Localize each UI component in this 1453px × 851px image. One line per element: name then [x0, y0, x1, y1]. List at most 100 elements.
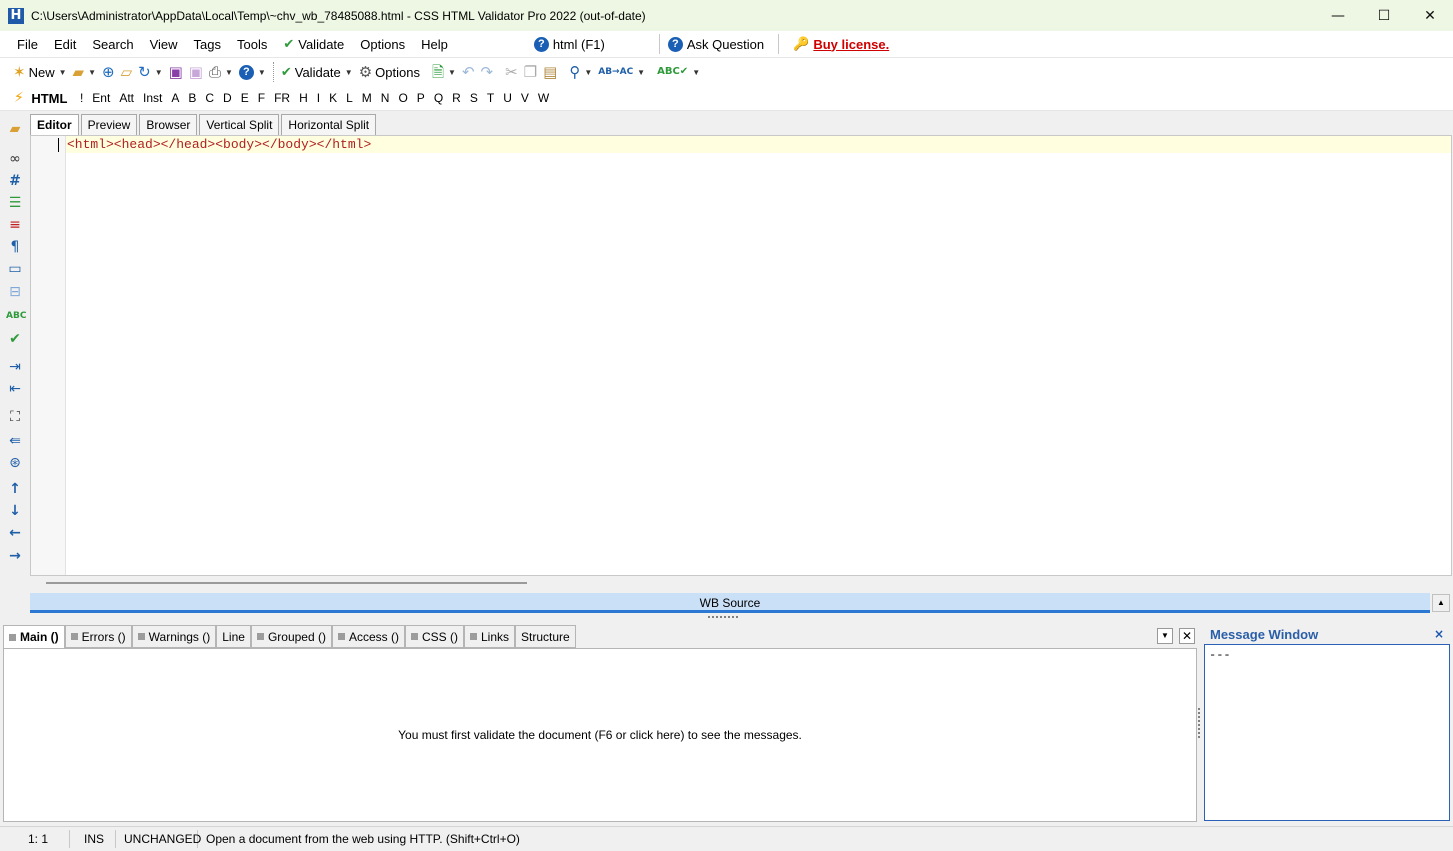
print-button[interactable]: ⎙ ▼ [206, 60, 236, 84]
tag-item[interactable]: Q [429, 91, 447, 105]
code-editor[interactable]: <html><head></head><body></body></html> [30, 135, 1452, 576]
tag-item[interactable]: N [376, 91, 394, 105]
minimize-button[interactable]: — [1315, 0, 1361, 31]
tag-item[interactable]: M [357, 91, 376, 105]
open-button[interactable]: ▰ ▼ [70, 60, 99, 84]
tag-item[interactable]: I [312, 91, 324, 105]
fullscreen-icon[interactable]: ⛶ [6, 408, 24, 426]
tag-item[interactable]: A [167, 91, 184, 105]
menu-view[interactable]: View [142, 31, 186, 58]
horizontal-splitter[interactable] [708, 616, 738, 620]
close-button[interactable]: ✕ [1407, 0, 1453, 31]
tag-item[interactable]: W [533, 91, 553, 105]
menu-search[interactable]: Search [84, 31, 141, 58]
options-button[interactable]: ⚙ Options [356, 60, 423, 84]
replace-button[interactable]: AB→AC ▼ [595, 60, 648, 84]
tab-warnings[interactable]: Warnings () [131, 625, 217, 648]
paste-button[interactable]: ▤ [540, 60, 560, 84]
tag-item[interactable]: E [236, 91, 253, 105]
ask-question-button[interactable]: ? Ask Question [666, 31, 772, 58]
find-button[interactable]: ⚲ ▼ [566, 60, 595, 84]
maximize-button[interactable]: ☐ [1361, 0, 1407, 31]
help-dropdown-button[interactable]: ? ▼ [236, 60, 269, 84]
tag-item[interactable]: U [499, 91, 517, 105]
tag-item[interactable]: L [342, 91, 358, 105]
open-recent-button[interactable]: ▱ [118, 60, 136, 84]
checkmark-icon[interactable]: ✔ [6, 330, 24, 348]
arrow-up-icon[interactable]: ↑ [6, 480, 24, 498]
tab-access[interactable]: Access () [331, 625, 405, 648]
arrow-down-icon[interactable]: ↓ [6, 502, 24, 520]
validate-document-button[interactable]: 🗎 ▼ [429, 60, 459, 84]
tab-editor[interactable]: Editor [30, 114, 79, 136]
save-all-button[interactable]: ▣ [186, 60, 206, 84]
tab-horizontal-split[interactable]: Horizontal Split [281, 114, 377, 135]
arrow-right-icon[interactable]: → [6, 547, 24, 565]
color-lines-icon[interactable]: ≡ [6, 216, 24, 234]
tag-item[interactable]: H [295, 91, 313, 105]
menu-tools[interactable]: Tools [229, 31, 275, 58]
buy-license-link[interactable]: 🔑 Buy license. [785, 31, 897, 58]
tag-item[interactable]: Att [115, 91, 139, 105]
tag-item[interactable]: P [412, 91, 429, 105]
web-search-icon[interactable]: ⊛ [6, 454, 24, 472]
tag-item[interactable]: Inst [138, 91, 166, 105]
spellcheck-button[interactable]: ABC✔ ▼ [654, 60, 703, 84]
arrow-left-icon[interactable]: ← [6, 524, 24, 542]
hash-icon[interactable]: # [6, 172, 24, 190]
save-button[interactable]: ▣ [166, 60, 186, 84]
tab-browser[interactable]: Browser [139, 114, 198, 135]
validate-button[interactable]: ✔ Validate ▼ [278, 60, 356, 84]
scrollbar-thumb[interactable] [46, 582, 527, 584]
tab-links[interactable]: Links [463, 625, 515, 648]
validate-hint-link[interactable]: You must first validate the document (F6… [4, 728, 1196, 742]
window-icon[interactable]: ▭ [6, 260, 24, 278]
tag-item[interactable]: FR [270, 91, 295, 105]
code-line[interactable]: <html><head></head><body></body></html> [67, 137, 371, 152]
tag-item[interactable]: S [465, 91, 482, 105]
tag-html[interactable]: HTML [27, 91, 76, 106]
tag-item[interactable]: T [482, 91, 498, 105]
tab-main[interactable]: Main () [3, 625, 65, 648]
tag-item[interactable]: D [219, 91, 237, 105]
tag-item[interactable]: B [184, 91, 201, 105]
tab-line[interactable]: Line [216, 625, 251, 648]
redo-button[interactable]: ↷ [478, 60, 497, 84]
indent-icon[interactable]: ⇥ [6, 358, 24, 376]
spellcheck-icon[interactable]: ABC [6, 307, 26, 325]
close-icon[interactable]: × [1434, 627, 1444, 641]
tag-item[interactable]: R [448, 91, 466, 105]
format-lines-icon[interactable]: ☰ [6, 194, 24, 212]
menu-validate[interactable]: ✔ Validate [275, 31, 352, 58]
import-icon[interactable]: ⇚ [6, 432, 24, 450]
tab-structure[interactable]: Structure [515, 625, 576, 648]
menu-edit[interactable]: Edit [46, 31, 84, 58]
reload-button[interactable]: ↻ ▼ [135, 60, 166, 84]
html-help-button[interactable]: ? html (F1) [526, 31, 613, 58]
cut-button[interactable]: ✂ [502, 60, 521, 84]
tag-item[interactable]: O [394, 91, 412, 105]
tag-item[interactable]: K [325, 91, 342, 105]
chevron-down-icon[interactable]: ▼ [1157, 628, 1173, 644]
vertical-splitter[interactable] [1198, 708, 1202, 738]
tab-errors[interactable]: Errors () [64, 625, 132, 648]
tab-grouped[interactable]: Grouped () [250, 625, 332, 648]
horizontal-scrollbar[interactable] [30, 576, 1452, 592]
tag-item[interactable]: V [516, 91, 533, 105]
tag-item[interactable]: Ent [88, 91, 115, 105]
binoculars-icon[interactable]: ∞ [6, 150, 24, 168]
menu-help[interactable]: Help [413, 31, 456, 58]
menu-options[interactable]: Options [352, 31, 413, 58]
menu-tags[interactable]: Tags [186, 31, 229, 58]
tag-item[interactable]: C [201, 91, 219, 105]
tag-item[interactable]: ! [75, 91, 87, 105]
undo-button[interactable]: ↶ [459, 60, 478, 84]
tag-item[interactable]: F [253, 91, 269, 105]
close-icon[interactable]: ✕ [1179, 628, 1195, 644]
split-icon[interactable]: ⊟ [6, 283, 24, 301]
folder-back-icon[interactable]: ▰ [6, 120, 24, 138]
tab-vertical-split[interactable]: Vertical Split [199, 114, 280, 135]
paragraph-icon[interactable]: ¶ [6, 238, 24, 256]
tab-preview[interactable]: Preview [80, 114, 138, 135]
menu-file[interactable]: File [9, 31, 46, 58]
